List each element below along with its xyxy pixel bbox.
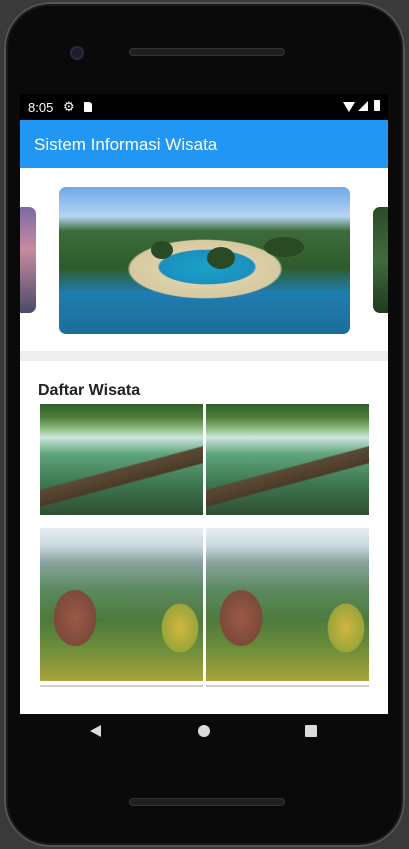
island-shape	[264, 237, 304, 257]
home-icon[interactable]	[198, 725, 210, 737]
earpiece-speaker	[129, 48, 285, 56]
app-bar: Sistem Informasi Wisata	[20, 120, 388, 168]
island-shape	[207, 247, 235, 269]
section-title: Daftar Wisata	[38, 382, 141, 399]
carousel-slide-active[interactable]	[59, 187, 350, 334]
signal-icon	[358, 101, 368, 111]
destination-card-4[interactable]	[206, 528, 369, 681]
destination-card-2[interactable]	[206, 404, 369, 515]
island-shape	[151, 241, 173, 259]
status-bar: 8:05 ⚙	[20, 94, 388, 120]
image-carousel[interactable]	[20, 168, 388, 351]
front-camera	[70, 46, 84, 60]
sd-card-icon	[84, 102, 92, 112]
next-row-edge	[206, 685, 369, 687]
carousel-slide-next[interactable]	[373, 207, 388, 313]
wifi-icon	[343, 102, 355, 112]
next-row-edge	[40, 685, 203, 687]
app-title: Sistem Informasi Wisata	[34, 135, 218, 154]
device-screen: 8:05 ⚙ Sistem Informasi Wisata Daftar Wi…	[20, 94, 388, 714]
battery-icon	[374, 100, 380, 111]
bottom-speaker	[129, 798, 285, 806]
status-time: 8:05	[28, 100, 54, 115]
recents-icon[interactable]	[305, 725, 317, 737]
back-icon[interactable]	[90, 725, 101, 737]
destination-list-section: Daftar Wisata	[20, 361, 388, 714]
destination-card-3[interactable]	[40, 528, 203, 681]
main-content[interactable]: Daftar Wisata	[20, 168, 388, 714]
destination-card-1[interactable]	[40, 404, 203, 515]
carousel-slide-prev[interactable]	[20, 207, 36, 313]
gear-icon: ⚙	[63, 99, 75, 114]
